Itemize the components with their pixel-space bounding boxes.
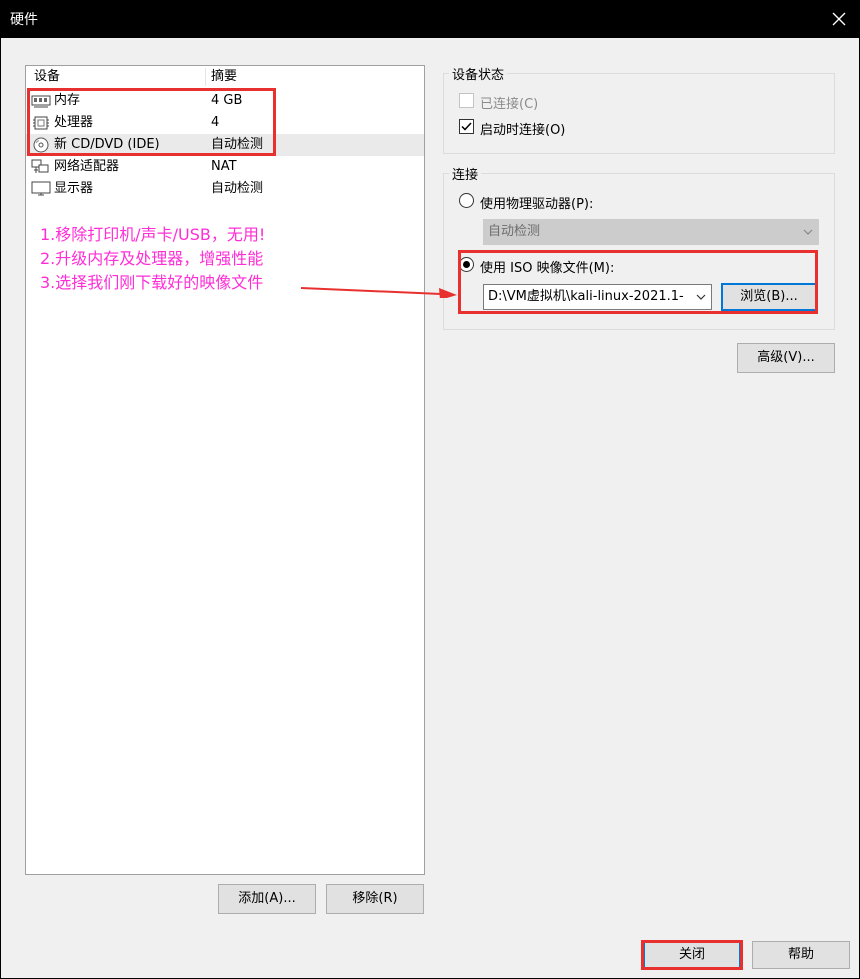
display-icon xyxy=(31,181,51,196)
column-separator xyxy=(205,68,206,86)
column-header-summary[interactable]: 摘要 xyxy=(211,66,237,88)
annotation-1: 1.移除打印机/声卡/USB，无用! xyxy=(40,225,266,244)
physical-drive-radio[interactable] xyxy=(459,193,474,208)
physical-drive-select[interactable]: 自动检测 xyxy=(483,219,819,245)
window-title: 硬件 xyxy=(10,12,38,28)
remove-button-label: 移除(R) xyxy=(352,891,398,906)
device-summary: NAT xyxy=(211,159,237,174)
network-adapter-icon xyxy=(31,159,49,173)
advanced-button-label: 高级(V)... xyxy=(757,350,815,365)
device-list[interactable]: 设备 摘要 内存 4 GB 处理器 4 新 CD/DVD (IDE) 自动检测 … xyxy=(25,65,425,875)
highlight-box-iso xyxy=(458,250,818,314)
connected-label: 已连接(C) xyxy=(480,97,539,112)
annotation-2: 2.升级内存及处理器，增强性能 xyxy=(40,249,264,268)
help-button[interactable]: 帮助 xyxy=(752,941,850,969)
annotation-3: 3.选择我们刚下载好的映像文件 xyxy=(40,273,264,292)
connect-on-start-checkbox[interactable] xyxy=(459,119,474,134)
column-header-device[interactable]: 设备 xyxy=(34,66,60,88)
add-button[interactable]: 添加(A)... xyxy=(218,884,316,914)
device-row-display[interactable]: 显示器 自动检测 xyxy=(26,178,424,200)
checkmark-icon xyxy=(461,122,472,131)
highlight-box-devices xyxy=(27,88,276,156)
physical-drive-label: 使用物理驱动器(P): xyxy=(480,197,594,212)
chevron-down-icon xyxy=(802,220,814,244)
device-name: 网络适配器 xyxy=(54,159,120,174)
annotation-arrow xyxy=(301,287,457,298)
physical-drive-value: 自动检测 xyxy=(488,224,541,239)
connected-checkbox[interactable] xyxy=(459,93,474,108)
title-bar: 硬件 xyxy=(0,0,860,38)
add-button-label: 添加(A)... xyxy=(238,891,296,906)
close-icon xyxy=(832,12,846,26)
highlight-box-close xyxy=(641,940,743,970)
advanced-button[interactable]: 高级(V)... xyxy=(737,343,835,373)
dialog-client-area: 设备 摘要 内存 4 GB 处理器 4 新 CD/DVD (IDE) 自动检测 … xyxy=(1,38,859,978)
remove-button[interactable]: 移除(R) xyxy=(326,884,424,914)
help-button-label: 帮助 xyxy=(787,947,814,962)
device-summary: 自动检测 xyxy=(211,181,264,196)
connection-title: 连接 xyxy=(449,164,482,183)
device-name: 显示器 xyxy=(54,181,94,196)
device-status-group xyxy=(443,73,835,154)
device-status-title: 设备状态 xyxy=(449,64,508,83)
device-row-network[interactable]: 网络适配器 NAT xyxy=(26,156,424,178)
close-window-button[interactable] xyxy=(818,0,860,38)
connect-on-start-label: 启动时连接(O) xyxy=(480,123,566,138)
